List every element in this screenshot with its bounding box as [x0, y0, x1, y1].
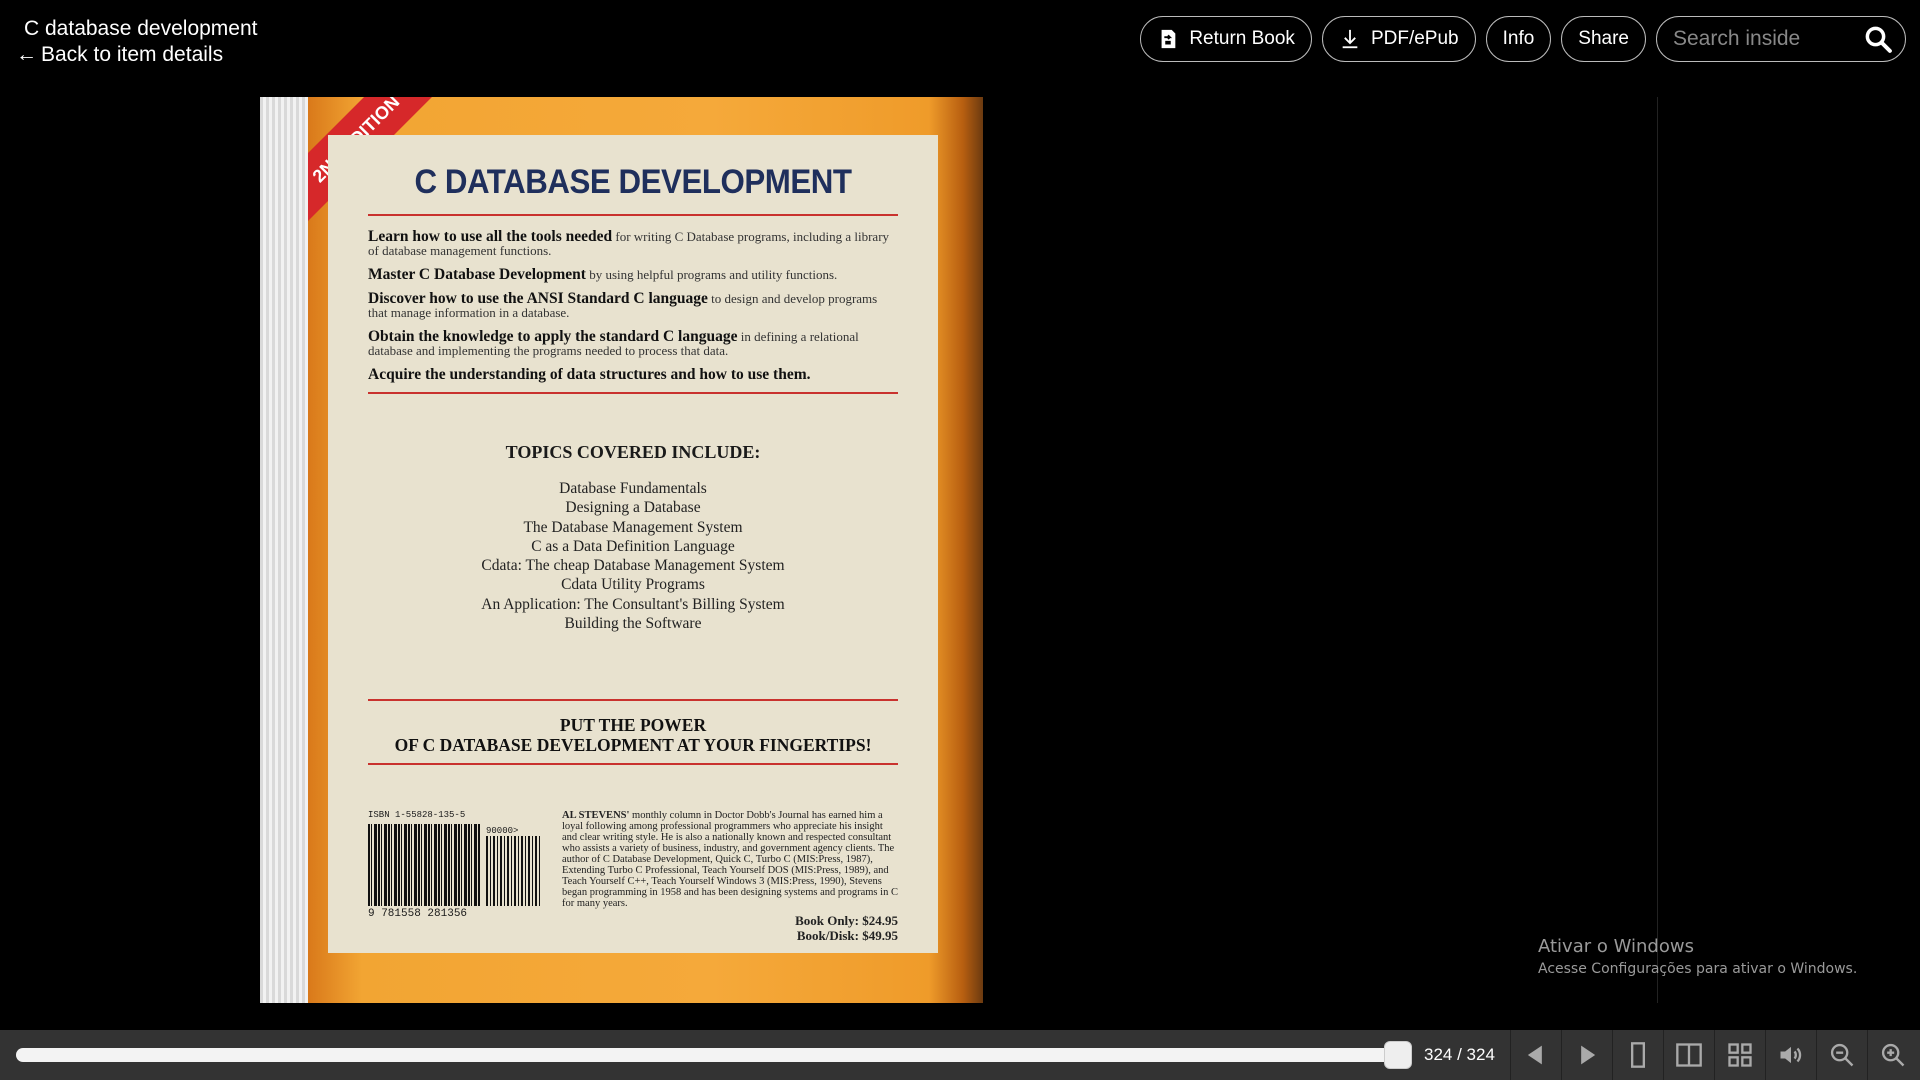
book-viewer[interactable]: 2ND EDITION C DATABASE DEVELOPMENT Learn… [260, 97, 1658, 1003]
one-page-view-button[interactable] [1612, 1030, 1663, 1080]
single-page-icon [1631, 1042, 1645, 1068]
page-slider-thumb[interactable] [1384, 1041, 1412, 1069]
thumbnail-view-button[interactable] [1714, 1030, 1765, 1080]
previous-page-button[interactable] [1510, 1030, 1561, 1080]
page-counter: 324 / 324 [1424, 1045, 1495, 1064]
book-title: C database development [24, 17, 258, 40]
author-bio-text: monthly column in Doctor Dobb's Journal … [562, 810, 898, 909]
bullet-item: Master C Database Development by using h… [368, 266, 838, 283]
barcode-bars: 90000> [368, 824, 548, 906]
divider [368, 214, 898, 216]
grid-icon [1728, 1043, 1752, 1067]
barcode-block: ISBN 1-55828-135-5 90000> 9 781558 28135… [368, 810, 548, 943]
zoom-out-icon [1830, 1043, 1854, 1067]
bullet-list: Learn how to use all the tools needed fo… [368, 228, 898, 383]
barcode-number: 9 781558 281356 [368, 908, 468, 920]
bullet-item: Discover how to use the ANSI Standard C … [368, 290, 878, 320]
topic-item: Building the Software [564, 615, 702, 633]
two-page-view-button[interactable] [1663, 1030, 1714, 1080]
zoom-out-button[interactable] [1816, 1030, 1867, 1080]
search-inside-box [1656, 16, 1906, 62]
bullet-item: Acquire the understanding of data struct… [368, 366, 811, 383]
isbn-text: ISBN 1-55828-135-5 [368, 810, 466, 820]
topic-item: C as a Data Definition Language [531, 537, 735, 555]
divider [368, 763, 898, 766]
zoom-in-button[interactable] [1867, 1030, 1918, 1080]
cover-bottom: ISBN 1-55828-135-5 90000> 9 781558 28135… [368, 810, 898, 943]
info-button[interactable]: Info [1485, 16, 1552, 62]
pdf-epub-label: PDF/ePub [1370, 28, 1459, 49]
author-name: AL STEVENS' [562, 810, 630, 821]
author-bio: AL STEVENS' monthly column in Doctor Dob… [562, 810, 898, 943]
pdf-epub-button[interactable]: PDF/ePub [1321, 16, 1476, 62]
price-book-only: Book Only: $24.95 [795, 913, 898, 928]
viewer-controls [1510, 1030, 1918, 1080]
topic-item: Cdata Utility Programs [561, 576, 705, 594]
watermark-subtitle: Acesse Configurações para ativar o Windo… [1538, 961, 1858, 977]
topic-item: Cdata: The cheap Database Management Sys… [481, 557, 785, 575]
cover-title: C DATABASE DEVELOPMENT [414, 163, 852, 201]
back-cover-page[interactable]: 2ND EDITION C DATABASE DEVELOPMENT Learn… [308, 97, 983, 1003]
topics-heading: TOPICS COVERED INCLUDE: [505, 442, 761, 462]
topics-list: Database Fundamentals Designing a Databa… [368, 479, 898, 633]
windows-activation-watermark: Ativar o Windows Acesse Configurações pa… [1538, 936, 1857, 977]
bottom-toolbar: 324 / 324 [0, 1030, 1920, 1080]
tagline-line-1: PUT THE POWER [559, 715, 707, 736]
zoom-in-icon [1881, 1043, 1905, 1067]
return-book-icon [1161, 29, 1176, 49]
search-inside-input[interactable] [1673, 27, 1863, 51]
title-block: C database development ← Back to item det… [16, 16, 258, 68]
bullet-item: Obtain the knowledge to apply the standa… [368, 328, 859, 358]
info-label: Info [1502, 28, 1535, 49]
speaker-icon [1780, 1046, 1802, 1064]
isbn-row: ISBN 1-55828-135-5 [368, 810, 548, 820]
page-slider[interactable] [16, 1041, 1412, 1069]
watermark-title: Ativar o Windows [1538, 936, 1694, 957]
topic-item: Designing a Database [565, 499, 701, 517]
back-to-item-details-link[interactable]: ← Back to item details [16, 42, 258, 68]
topic-item: An Application: The Consultant's Billing… [481, 595, 785, 613]
price-code: 90000> [486, 826, 519, 836]
page-edges [260, 97, 308, 1003]
triangle-right-icon [1581, 1045, 1596, 1065]
cover-panel: C DATABASE DEVELOPMENT Learn how to use … [328, 135, 938, 953]
top-bar: C database development ← Back to item det… [0, 0, 1920, 97]
two-page-icon [1676, 1043, 1702, 1067]
barcode-addon [486, 836, 542, 906]
share-button[interactable]: Share [1561, 16, 1646, 62]
read-aloud-button[interactable] [1765, 1030, 1816, 1080]
tagline-line-2: OF C DATABASE DEVELOPMENT AT YOUR FINGER… [394, 735, 872, 756]
topic-item: Database Fundamentals [559, 480, 707, 497]
download-icon [1342, 29, 1358, 49]
share-label: Share [1578, 28, 1629, 49]
header-actions: Return Book PDF/ePub Info Share [1140, 16, 1906, 62]
barcode-main [368, 824, 480, 906]
triangle-left-icon [1527, 1045, 1542, 1065]
divider [368, 699, 898, 702]
bullet-item: Learn how to use all the tools needed fo… [368, 228, 890, 258]
prices: Book Only: $24.95 Book/Disk: $49.95 [562, 913, 898, 943]
tagline: PUT THE POWER OF C DATABASE DEVELOPMENT … [368, 715, 898, 755]
price-book-disk: Book/Disk: $49.95 [796, 928, 898, 943]
return-book-label: Return Book [1189, 28, 1295, 49]
divider [368, 392, 898, 394]
search-icon[interactable] [1863, 24, 1893, 54]
arrow-left-icon: ← [16, 43, 37, 66]
return-book-button[interactable]: Return Book [1140, 16, 1312, 62]
next-page-button[interactable] [1561, 1030, 1612, 1080]
topic-item: The Database Management System [523, 518, 743, 536]
back-link-label: Back to item details [41, 43, 224, 66]
